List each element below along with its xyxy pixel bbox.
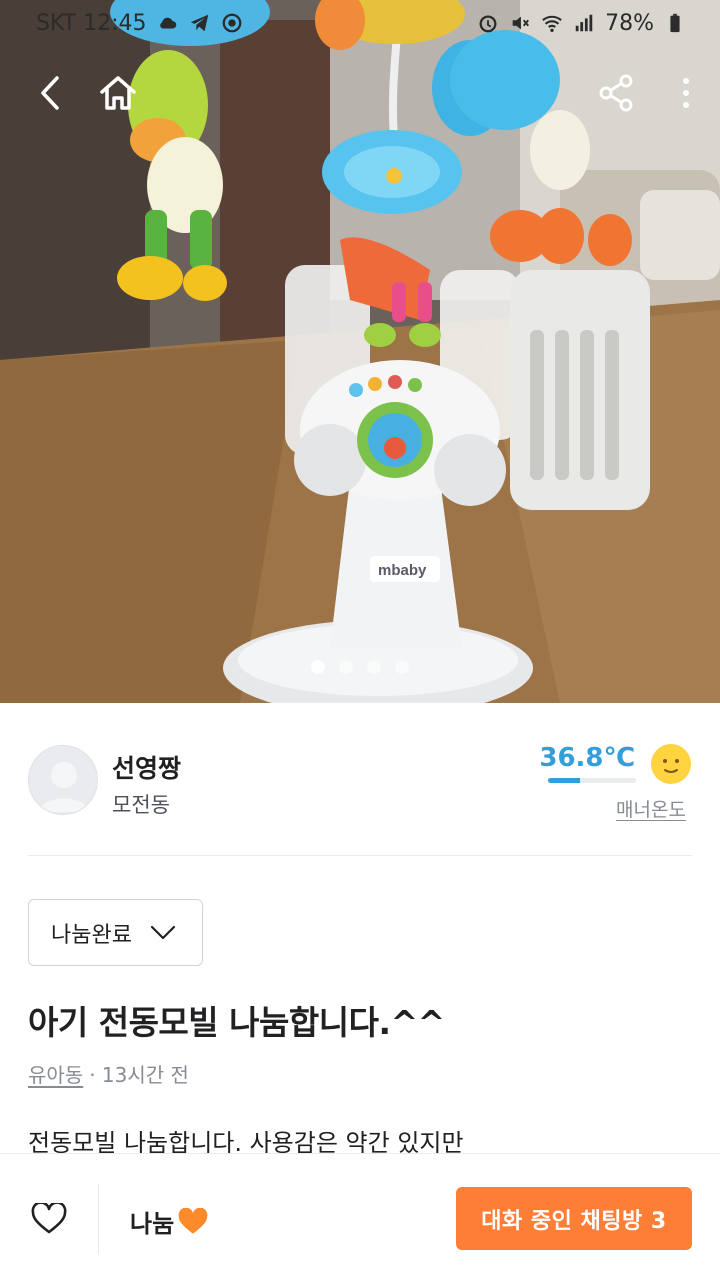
price: 나눔 bbox=[130, 1204, 208, 1239]
seller-name[interactable]: 선영짱 bbox=[112, 749, 181, 785]
record-icon bbox=[222, 13, 241, 33]
category-link[interactable]: 유아동 bbox=[28, 1059, 83, 1088]
bottom-action-bar: 나눔 대화 중인 채팅방 3 bbox=[0, 1153, 720, 1280]
wifi-icon bbox=[542, 15, 562, 32]
status-bar: SKT 12:45 78% bbox=[0, 0, 720, 46]
seller-profile[interactable]: 선영짱 모전동 36.8℃ 매너온도 bbox=[0, 703, 720, 857]
page-dot[interactable] bbox=[311, 660, 325, 674]
product-detail-page: mbaby SKT 12:45 78% 선영짱 모전동 36.8℃ 매너온도 나… bbox=[0, 0, 720, 1280]
trade-status-label: 나눔완료 bbox=[51, 922, 132, 948]
page-dot[interactable] bbox=[339, 660, 353, 674]
more-icon bbox=[683, 78, 689, 108]
chat-rooms-button[interactable]: 대화 중인 채팅방 3 bbox=[456, 1187, 692, 1250]
like-button[interactable] bbox=[22, 1192, 76, 1246]
battery-icon bbox=[670, 13, 680, 33]
chevron-down-icon bbox=[150, 925, 176, 939]
share-icon bbox=[599, 74, 633, 112]
manner-temperature-value: 36.8℃ bbox=[539, 743, 635, 773]
cloud-icon bbox=[159, 17, 176, 29]
avatar[interactable] bbox=[28, 745, 98, 815]
mute-icon bbox=[512, 16, 530, 30]
post-body: 전동모빌 나눔합니다. 사용감은 약간 있지만 bbox=[28, 1129, 464, 1153]
trade-status-dropdown[interactable]: 나눔완료 bbox=[28, 899, 203, 966]
manner-temperature-fill bbox=[548, 778, 581, 783]
post-time: · 13시간 전 bbox=[89, 1063, 189, 1087]
page-dot[interactable] bbox=[367, 660, 381, 674]
image-page-indicator[interactable] bbox=[0, 660, 720, 674]
manner-temperature-bar bbox=[548, 778, 636, 783]
product-image-gallery[interactable]: mbaby SKT 12:45 78% bbox=[0, 0, 720, 703]
status-bar-right: 78% bbox=[477, 11, 686, 36]
post-meta: 유아동 · 13시간 전 bbox=[28, 1059, 189, 1088]
signal-icon bbox=[575, 14, 593, 32]
home-button[interactable] bbox=[86, 58, 150, 128]
back-button[interactable] bbox=[18, 58, 82, 128]
orange-heart-icon bbox=[178, 1207, 208, 1234]
top-action-bar bbox=[0, 58, 720, 128]
heart-icon bbox=[31, 1203, 67, 1234]
seller-location: 모전동 bbox=[112, 793, 170, 817]
brand-label: mbaby bbox=[378, 562, 427, 579]
carrier-time: SKT 12:45 bbox=[36, 10, 147, 36]
page-dot[interactable] bbox=[395, 660, 409, 674]
battery-percent: 78% bbox=[605, 10, 654, 36]
home-icon bbox=[100, 76, 136, 110]
manner-temperature-label[interactable]: 매너온도 bbox=[616, 795, 686, 822]
section-divider bbox=[28, 855, 692, 856]
bottom-divider bbox=[98, 1184, 99, 1254]
telegram-icon bbox=[190, 14, 208, 32]
smile-face-icon bbox=[651, 744, 691, 784]
more-options-button[interactable] bbox=[654, 58, 718, 128]
post-title: 아기 전동모빌 나눔합니다.^^ bbox=[28, 1003, 445, 1042]
price-text: 나눔 bbox=[130, 1210, 175, 1238]
back-icon bbox=[41, 76, 59, 110]
status-bar-left: SKT 12:45 bbox=[36, 11, 243, 36]
alarm-icon bbox=[479, 15, 497, 33]
share-button[interactable] bbox=[584, 58, 648, 128]
default-avatar-icon bbox=[39, 762, 89, 812]
